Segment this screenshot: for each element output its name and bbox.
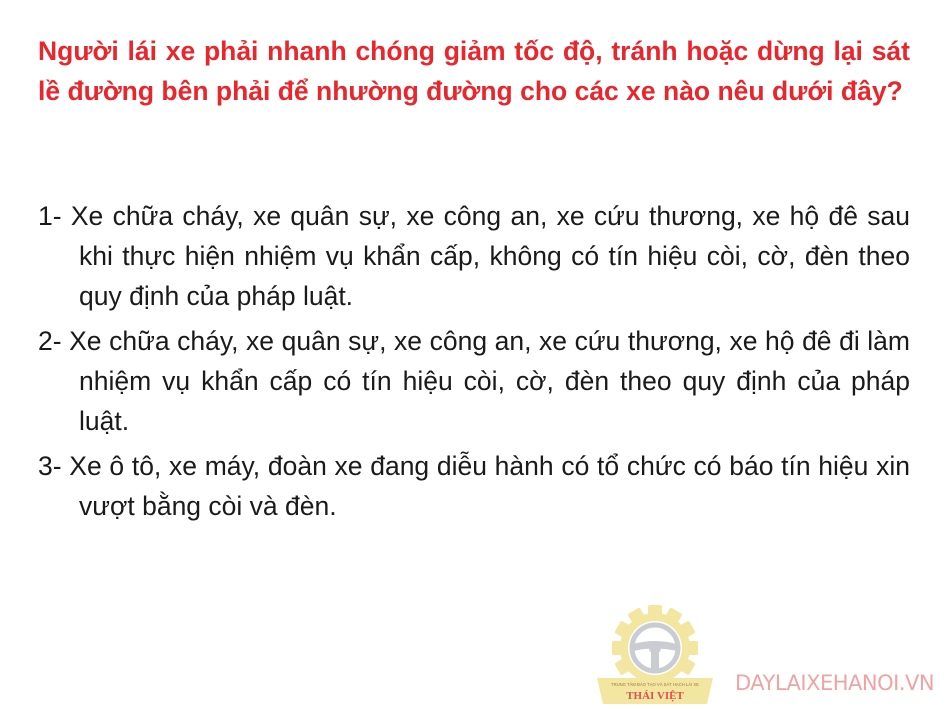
steering-wheel-gear-icon	[612, 605, 698, 683]
watermark-text: DAYLAIXEHANOI.VN	[735, 671, 935, 695]
answer-list: 1- Xe chữa cháy, xe quân sự, xe công an,…	[38, 196, 910, 531]
logo: TRUNG TÂM ĐÀO TẠO VÀ SÁT HẠCH LÁI XE THÁ…	[597, 605, 713, 704]
answer-option-1[interactable]: 1- Xe chữa cháy, xe quân sự, xe công an,…	[38, 196, 910, 316]
logo-small-text: TRUNG TÂM ĐÀO TẠO VÀ SÁT HẠCH LÁI XE	[611, 682, 699, 687]
question-text: Người lái xe phải nhanh chóng giảm tốc đ…	[38, 36, 910, 106]
answer-option-3[interactable]: 3- Xe ô tô, xe máy, đoàn xe đang diễu hà…	[38, 446, 910, 526]
answer-option-2[interactable]: 2- Xe chữa cháy, xe quân sự, xe công an,…	[38, 321, 910, 441]
logo-name: THÁI VIỆT	[626, 689, 684, 702]
